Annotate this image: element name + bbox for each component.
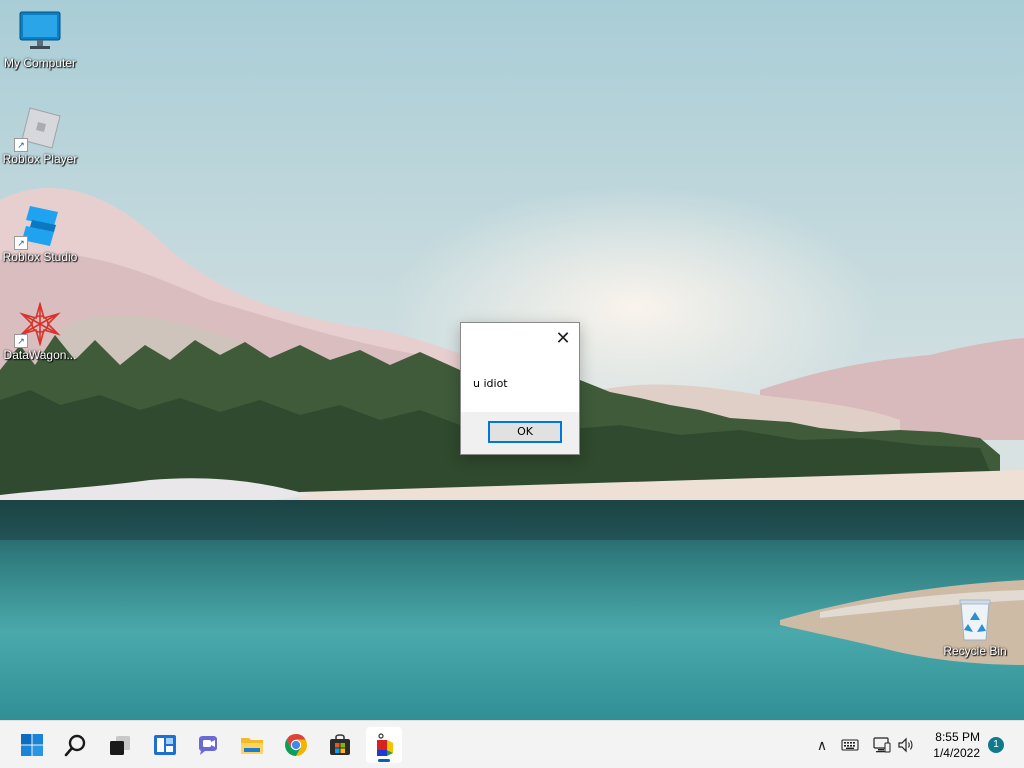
dialog-footer: OK	[461, 412, 579, 454]
store-button[interactable]	[322, 727, 358, 763]
desktop-icon-label: My Computer	[3, 56, 77, 70]
ok-button[interactable]: OK	[488, 421, 562, 443]
message-dialog: ✕ u idiot OK	[460, 322, 580, 455]
network-icon[interactable]	[872, 735, 892, 755]
desktop-icon-roblox-studio[interactable]: ↗ Roblox Studio	[0, 204, 80, 264]
dialog-message: u idiot	[473, 377, 508, 390]
task-view-button[interactable]	[102, 727, 138, 763]
start-button[interactable]	[14, 727, 50, 763]
roblox-player-icon: ↗	[14, 106, 64, 152]
teams-chat-icon	[199, 736, 217, 755]
app-cube-icon	[377, 733, 393, 756]
close-icon[interactable]: ✕	[553, 328, 573, 348]
widgets-button[interactable]	[147, 727, 183, 763]
task-view-icon	[110, 736, 130, 755]
keyboard-icon[interactable]	[840, 735, 860, 755]
show-hidden-icons-button[interactable]: ∧	[812, 735, 832, 755]
desktop-icon-label: Roblox Studio	[2, 250, 78, 264]
shortcut-arrow-icon: ↗	[14, 138, 28, 152]
search-button[interactable]	[58, 727, 94, 763]
volume-icon[interactable]	[896, 735, 916, 755]
taskbar: ∧ 8:55 PM 1/4/2022 1	[0, 720, 1024, 768]
clock-date: 1/4/2022	[933, 746, 980, 760]
desktop-icon-label: DataWagon...	[3, 348, 77, 362]
roblox-studio-icon: ↗	[14, 204, 64, 250]
desktop-icon-label: Roblox Player	[2, 152, 78, 166]
chrome-icon	[285, 734, 307, 756]
store-icon	[330, 734, 350, 755]
chat-button[interactable]	[190, 727, 226, 763]
search-icon	[64, 734, 86, 757]
recycle-bin-icon	[951, 598, 999, 642]
desktop-icon-recycle-bin[interactable]: Recycle Bin	[935, 598, 1015, 658]
running-app-button[interactable]	[366, 727, 402, 763]
chrome-button[interactable]	[278, 727, 314, 763]
desktop-icon-datawagon[interactable]: ↗ DataWagon...	[0, 301, 80, 362]
desktop-icon-label: Recycle Bin	[943, 644, 1007, 658]
desktop-icon-my-computer[interactable]: My Computer	[0, 10, 80, 70]
datawagon-icon: ↗	[14, 301, 64, 348]
active-indicator	[378, 759, 390, 762]
folder-icon	[241, 738, 263, 754]
shortcut-arrow-icon: ↗	[14, 334, 28, 348]
widgets-icon	[154, 735, 176, 755]
file-explorer-button[interactable]	[234, 727, 270, 763]
shortcut-arrow-icon: ↗	[14, 236, 28, 250]
taskbar-clock[interactable]: 8:55 PM 1/4/2022	[920, 729, 980, 761]
monitor-icon	[16, 10, 64, 54]
notification-badge[interactable]: 1	[988, 737, 1004, 753]
windows-start-icon	[21, 734, 43, 756]
desktop-icon-roblox-player[interactable]: ↗ Roblox Player	[0, 106, 80, 166]
clock-time: 8:55 PM	[935, 730, 980, 744]
